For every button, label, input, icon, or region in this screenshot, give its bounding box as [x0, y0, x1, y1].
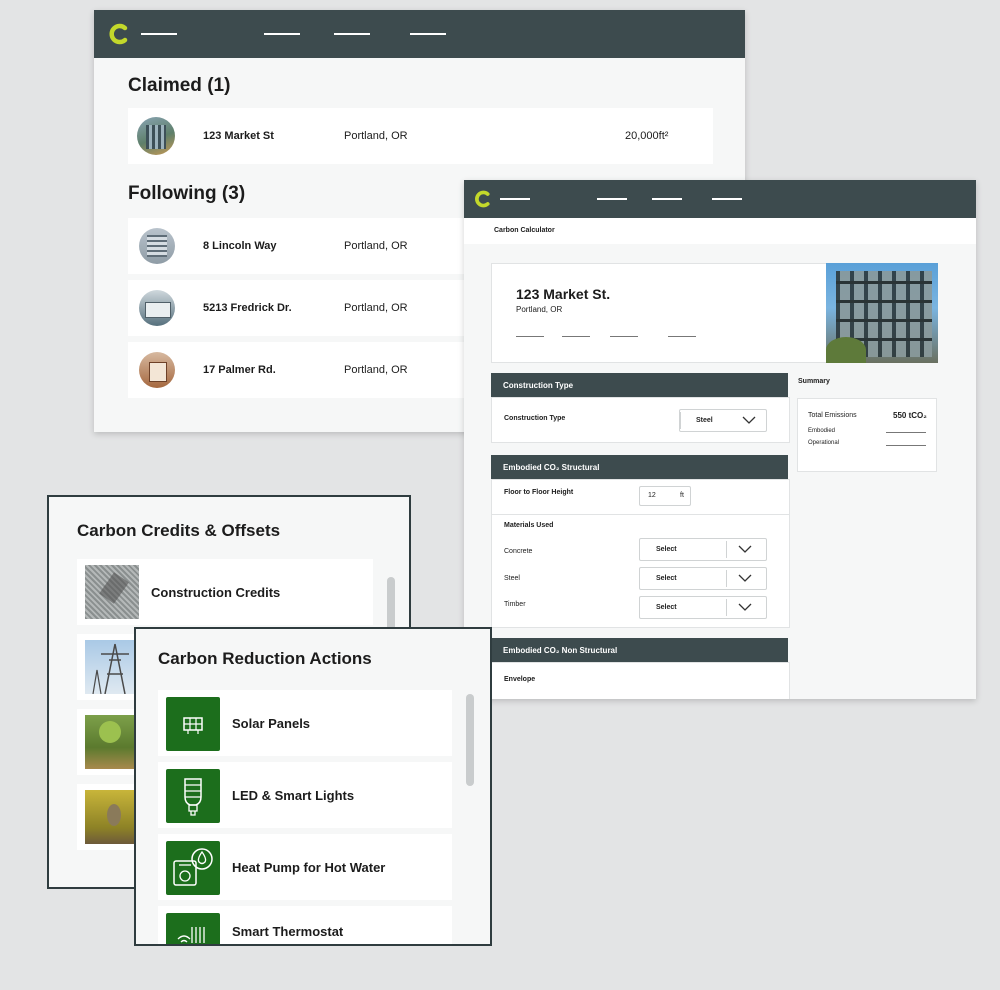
property-area: 20,000ft² — [625, 130, 669, 142]
nav-item[interactable] — [334, 33, 370, 35]
claimed-heading: Claimed (1) — [128, 75, 231, 96]
floor-height-label: Floor to Floor Height — [504, 489, 574, 496]
calculator-window: Carbon Calculator 123 Market St. Portlan… — [464, 180, 976, 699]
light-bulb-icon — [166, 769, 220, 823]
nav-item[interactable] — [500, 198, 530, 200]
floor-height-input[interactable]: 12 ft — [639, 486, 691, 506]
credits-title: Carbon Credits & Offsets — [77, 521, 281, 540]
heat-pump-icon — [166, 841, 220, 895]
building-name: 123 Market St. — [516, 286, 611, 302]
construction-type-select[interactable]: Steel — [679, 409, 767, 432]
material-select[interactable]: Select — [639, 538, 767, 561]
bird-image — [85, 790, 139, 844]
envelope-row: Envelope — [491, 662, 790, 699]
section-header: Embodied CO₂ Structural — [491, 455, 788, 479]
building-photo — [139, 228, 175, 264]
solar-panel-icon — [166, 697, 220, 751]
breadcrumb[interactable]: Carbon Calculator — [494, 227, 555, 234]
material-name: Concrete — [504, 548, 533, 555]
operational-label: Operational — [808, 440, 840, 446]
scrollbar[interactable] — [466, 694, 474, 786]
action-label: LED & Smart Lights — [232, 788, 355, 803]
building-city: Portland, OR — [516, 305, 563, 314]
total-emissions-value: 550 tCO₂ — [893, 411, 927, 420]
thermostat-icon — [166, 913, 220, 944]
chevron-down-icon — [742, 416, 756, 424]
action-label: Solar Panels — [232, 716, 311, 731]
operational-value-placeholder — [886, 445, 926, 446]
action-label: Heat Pump for Hot Water — [232, 860, 386, 875]
chevron-down-icon — [738, 545, 752, 553]
building-photo — [139, 290, 175, 326]
summary-card: Total Emissions 550 tCO₂ Embodied Operat… — [797, 398, 937, 472]
section-header: Construction Type — [491, 373, 788, 397]
building-photo — [139, 352, 175, 388]
actions-title: Carbon Reduction Actions — [158, 649, 372, 668]
tab-placeholder[interactable] — [562, 336, 590, 337]
material-name: Timber — [504, 601, 526, 608]
action-item[interactable]: Solar Panels — [158, 690, 452, 756]
credit-item[interactable]: Construction Credits — [77, 559, 373, 625]
materials-label: Materials Used — [504, 522, 554, 529]
tab-placeholder[interactable] — [668, 336, 696, 337]
credit-image — [85, 565, 139, 619]
materials-card: Materials Used Concrete Select Steel Sel… — [491, 514, 790, 628]
tab-placeholder[interactable] — [610, 336, 638, 337]
nav-item[interactable] — [712, 198, 742, 200]
property-row-claimed[interactable]: 123 Market St Portland, OR 20,000ft² — [128, 108, 713, 164]
logo-icon[interactable] — [107, 22, 129, 46]
nav-item[interactable] — [264, 33, 300, 35]
section-header: Embodied CO₂ Non Structural — [491, 638, 788, 662]
chevron-down-icon — [738, 574, 752, 582]
property-city: Portland, OR — [344, 302, 408, 314]
tree-image — [85, 715, 139, 769]
material-name: Steel — [504, 575, 520, 582]
nav-item[interactable] — [652, 198, 682, 200]
breadcrumb-bar: Carbon Calculator — [464, 218, 976, 244]
property-address: 5213 Fredrick Dr. — [203, 302, 292, 314]
construction-type-label: Construction Type — [504, 415, 566, 422]
property-city: Portland, OR — [344, 240, 408, 252]
embodied-label: Embodied — [808, 428, 836, 434]
tab-placeholder[interactable] — [516, 336, 544, 337]
property-city: Portland, OR — [344, 130, 408, 142]
property-address: 17 Palmer Rd. — [203, 364, 276, 376]
properties-topbar — [94, 10, 745, 58]
following-heading: Following (3) — [128, 183, 246, 204]
action-item[interactable]: Heat Pump for Hot Water — [158, 834, 452, 900]
material-select[interactable]: Select — [639, 567, 767, 590]
action-item[interactable]: LED & Smart Lights — [158, 762, 452, 828]
building-photo — [826, 263, 938, 363]
property-address: 123 Market St — [203, 130, 274, 142]
calculator-topbar — [464, 180, 976, 218]
nav-item[interactable] — [141, 33, 177, 35]
nav-item[interactable] — [410, 33, 446, 35]
action-item[interactable]: Smart Thermostat — [158, 906, 452, 944]
power-tower-image — [85, 640, 139, 694]
building-photo — [137, 117, 175, 155]
action-label: Smart Thermostat — [232, 924, 344, 939]
building-card: 123 Market St. Portland, OR — [491, 263, 938, 363]
construction-type-row: Construction Type Steel — [491, 397, 790, 443]
embodied-value-placeholder — [886, 432, 926, 433]
carbon-reduction-panel: Carbon Reduction Actions Solar Panels LE… — [134, 627, 492, 946]
chevron-down-icon — [738, 603, 752, 611]
material-select[interactable]: Select — [639, 596, 767, 619]
summary-label: Summary — [798, 378, 830, 385]
property-city: Portland, OR — [344, 364, 408, 376]
total-emissions-label: Total Emissions — [808, 412, 857, 419]
floor-height-row: Floor to Floor Height 12 ft — [491, 479, 790, 515]
logo-icon[interactable] — [473, 189, 491, 209]
nav-item[interactable] — [597, 198, 627, 200]
credit-label: Construction Credits — [151, 585, 281, 600]
envelope-label: Envelope — [504, 676, 536, 683]
property-address: 8 Lincoln Way — [203, 240, 277, 252]
